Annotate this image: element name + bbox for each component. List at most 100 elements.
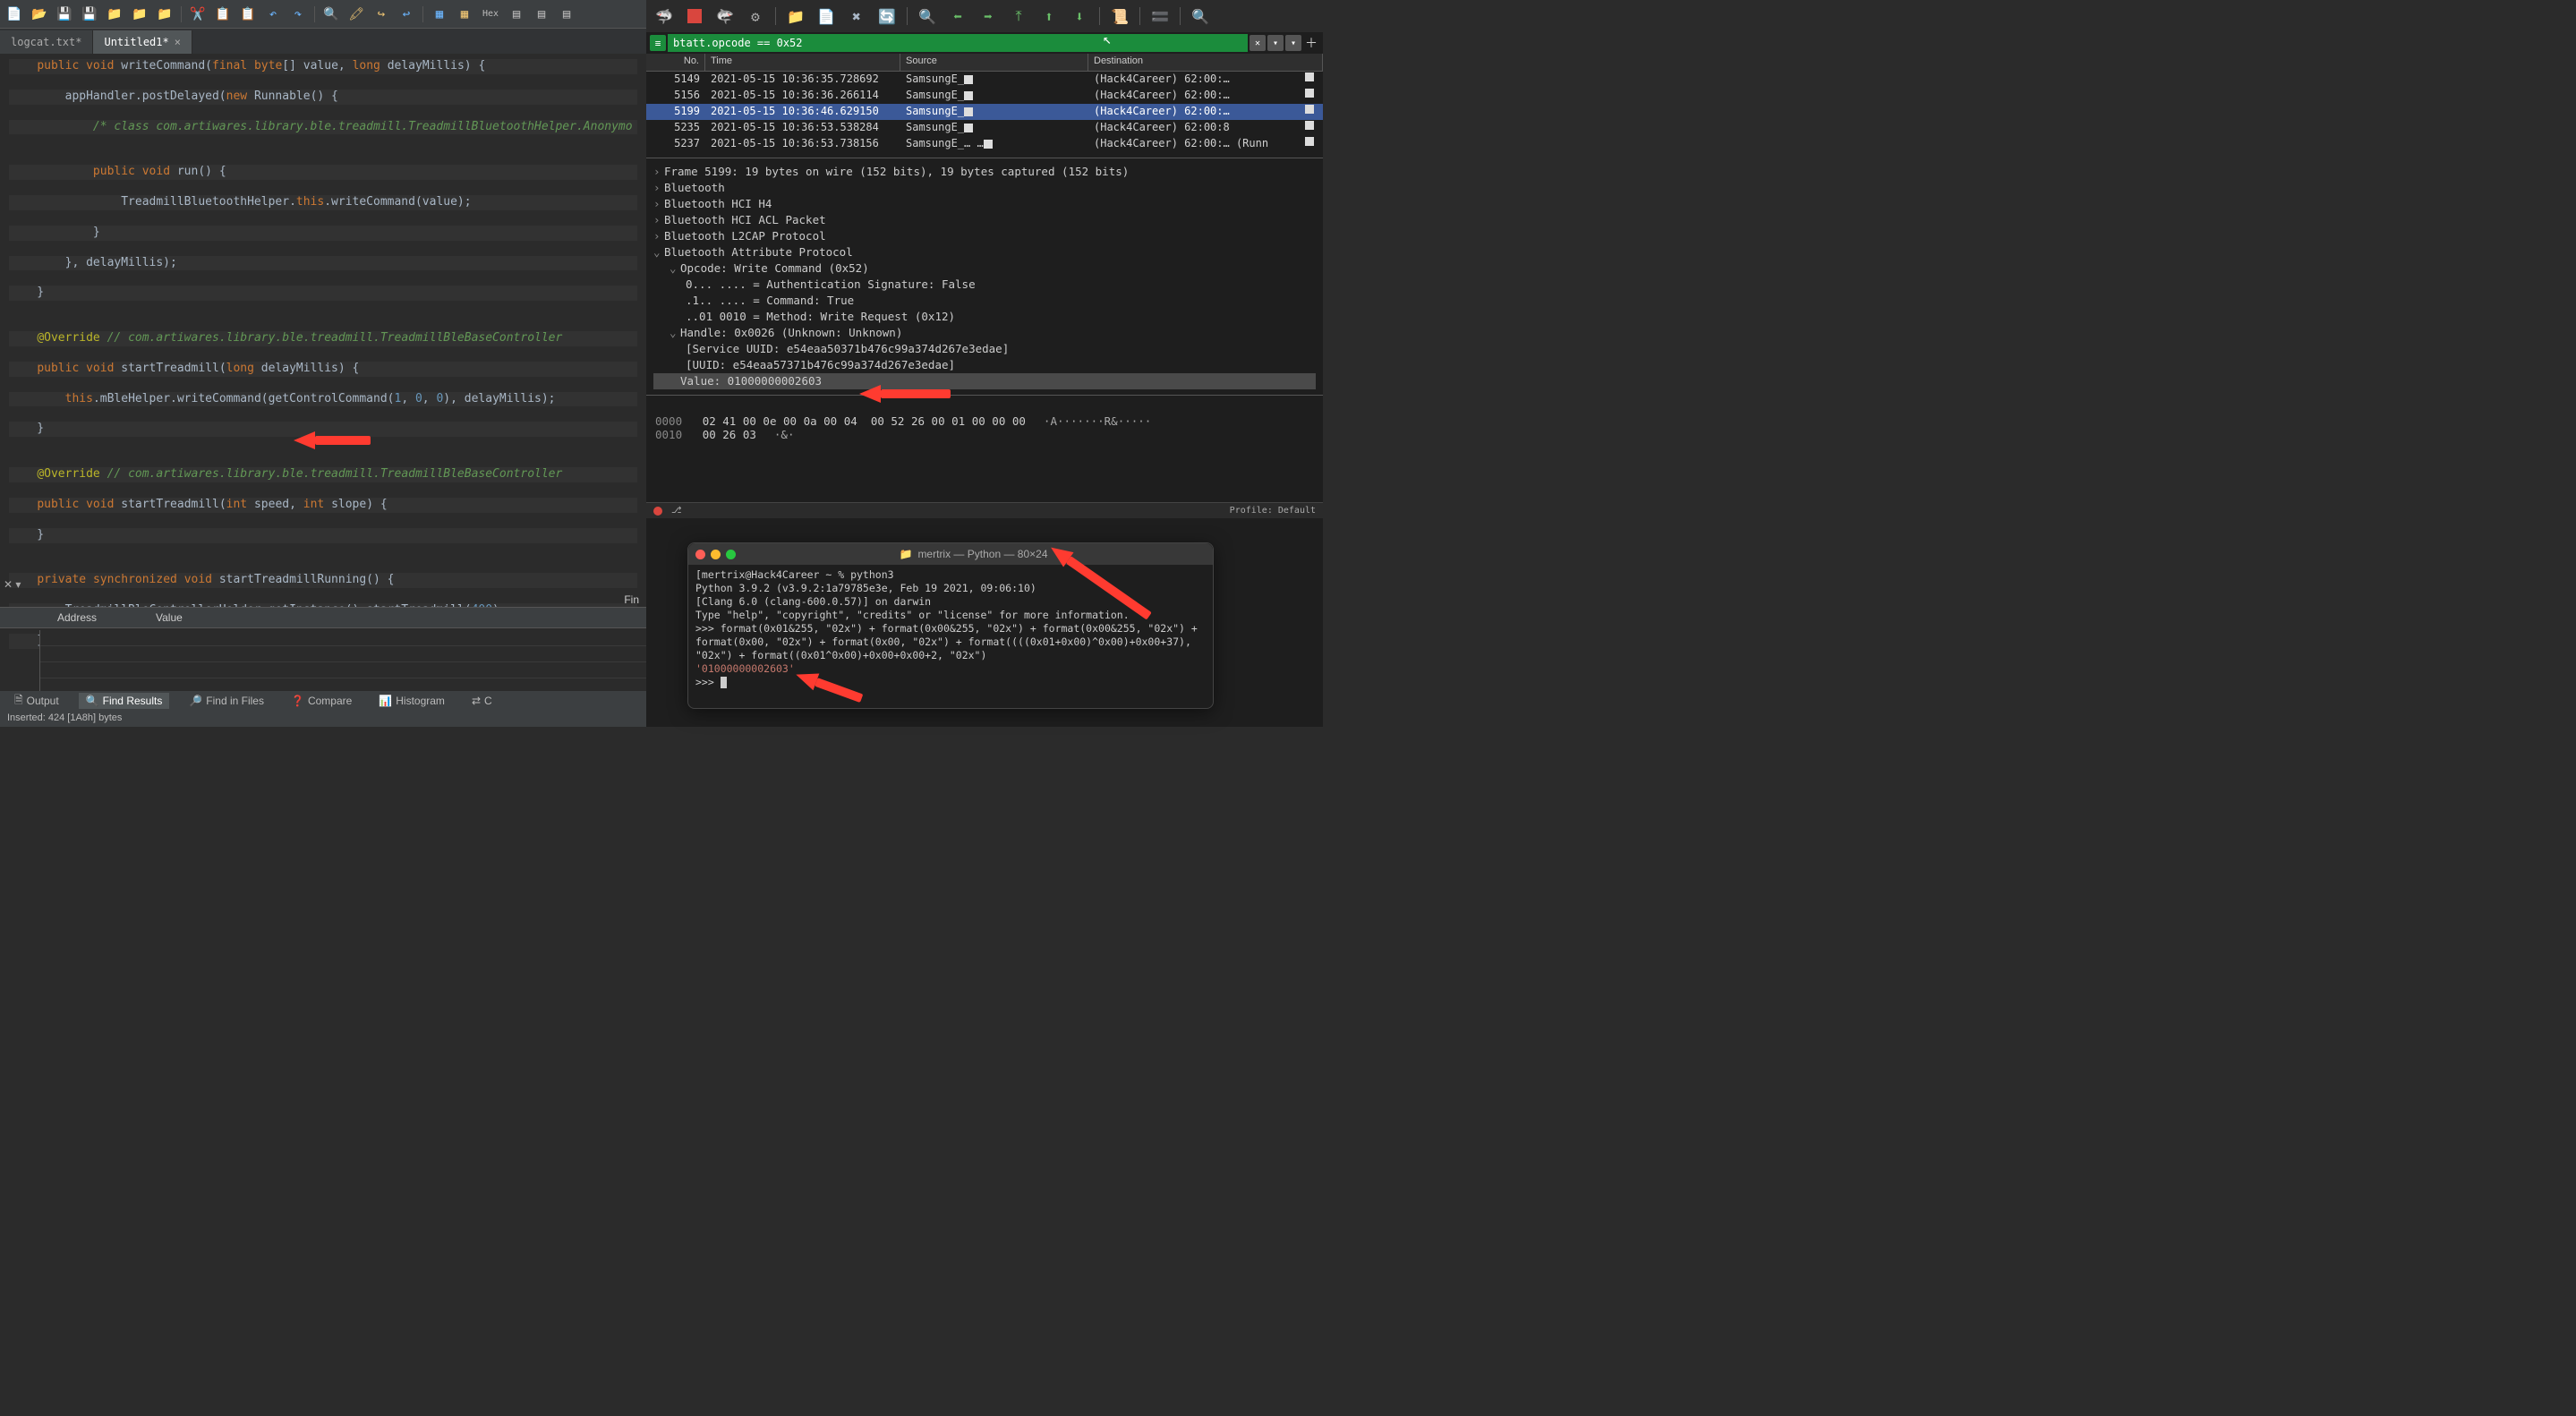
tool5-icon[interactable]: ▤ [556,4,577,25]
tab-untitled1[interactable]: Untitled1* × [93,30,192,54]
zoom-in-icon[interactable]: 🔍 [1190,5,1211,27]
col-no[interactable]: No. [646,54,705,71]
tree-opcode[interactable]: Opcode: Write Command (0x52) [680,261,869,275]
tree-h4[interactable]: Bluetooth HCI H4 [664,197,772,210]
colorize-icon[interactable]: 🟰 [1149,5,1171,27]
tool2-icon[interactable]: ▦ [454,4,475,25]
add-filter-icon[interactable]: ＋ [1303,35,1319,51]
tree-value[interactable]: Value: 01000000002603 [653,373,1316,389]
stop-capture-icon[interactable] [684,5,705,27]
restart-capture-icon[interactable]: 🦈 [714,5,736,27]
redo-icon[interactable]: ↷ [287,4,309,25]
c-tab[interactable]: ⇄C [465,693,499,709]
separator [314,6,315,22]
packet-row[interactable]: 5199 2021-05-15 10:36:46.629150 SamsungE… [646,104,1323,120]
cut-icon[interactable]: ✂️ [187,4,209,25]
tree-uuid[interactable]: [UUID: e54eaa57371b476c99a374d267e3edae] [653,357,1316,373]
tree-auth[interactable]: 0... .... = Authentication Signature: Fa… [653,277,1316,293]
col-address[interactable]: Address [39,608,138,627]
tree-meth[interactable]: ..01 0010 = Method: Write Request (0x12) [653,309,1316,325]
go-down-icon[interactable]: ⬇ [1069,5,1090,27]
copy-icon[interactable]: 📋 [212,4,234,25]
packet-details-tree[interactable]: ›Frame 5199: 19 bytes on wire (152 bits)… [646,158,1323,395]
terminal-titlebar[interactable]: 📁mertrix — Python — 80×24 [688,543,1213,565]
highlight-icon[interactable]: 🖍 [345,4,367,25]
clear-filter-icon[interactable]: ✕ [1250,35,1266,51]
compare-tab[interactable]: ❓Compare [284,693,359,709]
tree-svc[interactable]: [Service UUID: e54eaa50371b476c99a374d26… [653,341,1316,357]
go-up-icon[interactable]: ⬆ [1038,5,1060,27]
packet-list[interactable]: 5149 2021-05-15 10:36:35.728692 SamsungE… [646,72,1323,158]
save-icon[interactable]: 💾 [54,4,75,25]
folder-icon[interactable]: 📁 [104,4,125,25]
close-window-icon[interactable] [695,550,705,559]
find-packet-icon[interactable]: 🔍 [917,5,938,27]
search-icon[interactable]: 🔍 [320,4,342,25]
results-table-header: Address Value [0,607,646,628]
goto-icon[interactable]: ↪ [371,4,392,25]
tab-logcat[interactable]: logcat.txt* [0,30,93,54]
tool4-icon[interactable]: ▤ [531,4,552,25]
col-destination[interactable]: Destination [1088,54,1323,71]
packet-bytes[interactable]: 0000 02 41 00 0e 00 0a 00 04 00 52 26 00… [646,395,1323,502]
col-source[interactable]: Source [900,54,1088,71]
histogram-tab[interactable]: 📊Histogram [371,693,452,709]
output-tab[interactable]: 🗎Output [7,690,66,712]
find-results-tab[interactable]: 🔍Find Results [79,693,170,709]
minimize-window-icon[interactable] [711,550,721,559]
folder2-icon[interactable]: 📁 [129,4,150,25]
tree-frame[interactable]: Frame 5199: 19 bytes on wire (152 bits),… [664,165,1129,178]
maximize-window-icon[interactable] [726,550,736,559]
profile-label[interactable]: Profile: Default [1230,506,1316,516]
close-file-icon[interactable]: ✖ [846,5,867,27]
folder-icon: 📁 [899,548,912,560]
reload-icon[interactable]: 🔄 [876,5,898,27]
col-time[interactable]: Time [705,54,900,71]
tool1-icon[interactable]: ▦ [429,4,450,25]
terminal-window: 📁mertrix — Python — 80×24 [mertrix@Hack4… [687,542,1214,709]
wireshark-statusbar: ⎇ Profile: Default [646,502,1323,518]
folder3-icon[interactable]: 📁 [154,4,175,25]
go-back-icon[interactable]: ⬅ [947,5,968,27]
go-forward-icon[interactable]: ➡ [977,5,999,27]
new-file-icon[interactable]: 📄 [4,4,25,25]
save-file-icon[interactable]: 📄 [815,5,837,27]
panel-close-icon[interactable]: ✕ ▾ [4,578,21,591]
close-icon[interactable]: × [175,36,181,48]
tree-batt[interactable]: Bluetooth Attribute Protocol [664,245,853,259]
undo-icon[interactable]: ↶ [262,4,284,25]
display-filter-bar: ≡ ✕ ▾ ▾ ＋ [646,32,1323,54]
nav-back-icon[interactable]: ↩ [396,4,417,25]
autoscroll-icon[interactable]: 📜 [1109,5,1130,27]
go-to-first-icon[interactable]: ⤒ [1008,5,1029,27]
terminal-body[interactable]: [mertrix@Hack4Career ~ % python3 Python … [688,565,1213,692]
tree-acl[interactable]: Bluetooth HCI ACL Packet [664,213,826,226]
open-folder-icon[interactable]: 📂 [29,4,50,25]
hex-label: Hex [479,9,502,19]
tool3-icon[interactable]: ▤ [506,4,527,25]
apply-filter-icon[interactable]: ▾ [1267,35,1284,51]
tree-l2cap[interactable]: Bluetooth L2CAP Protocol [664,229,826,243]
editor-bottom-tabs: 🗎Output 🔍Find Results 🔎Find in Files ❓Co… [0,691,646,711]
find-in-files-tab[interactable]: 🔎Find in Files [182,693,271,709]
filter-history-icon[interactable]: ▾ [1285,35,1301,51]
paste-icon[interactable]: 📋 [237,4,259,25]
editor-statusbar: Inserted: 424 [1A8h] bytes [0,711,646,727]
bookmark-filter-icon[interactable]: ≡ [650,35,666,51]
capture-options-icon[interactable]: ⚙ [745,5,766,27]
col-value[interactable]: Value [138,608,200,627]
tab-label: logcat.txt* [11,36,81,48]
packet-row[interactable]: 5149 2021-05-15 10:36:35.728692 SamsungE… [646,72,1323,88]
wireshark-logo-icon[interactable]: 🦈 [653,5,675,27]
display-filter-input[interactable] [668,34,1248,52]
tab-label: Untitled1* [104,36,168,48]
open-file-icon[interactable]: 📁 [785,5,806,27]
tree-handle[interactable]: Handle: 0x0026 (Unknown: Unknown) [680,326,902,339]
tree-cmd[interactable]: .1.. .... = Command: True [653,293,1316,309]
tree-bt[interactable]: Bluetooth [664,181,725,194]
find-label: Fin [624,593,639,606]
packet-row[interactable]: 5237 2021-05-15 10:36:53.738156 SamsungE… [646,136,1323,152]
save-all-icon[interactable]: 💾 [79,4,100,25]
packet-row[interactable]: 5235 2021-05-15 10:36:53.538284 SamsungE… [646,120,1323,136]
packet-row[interactable]: 5156 2021-05-15 10:36:36.266114 SamsungE… [646,88,1323,104]
